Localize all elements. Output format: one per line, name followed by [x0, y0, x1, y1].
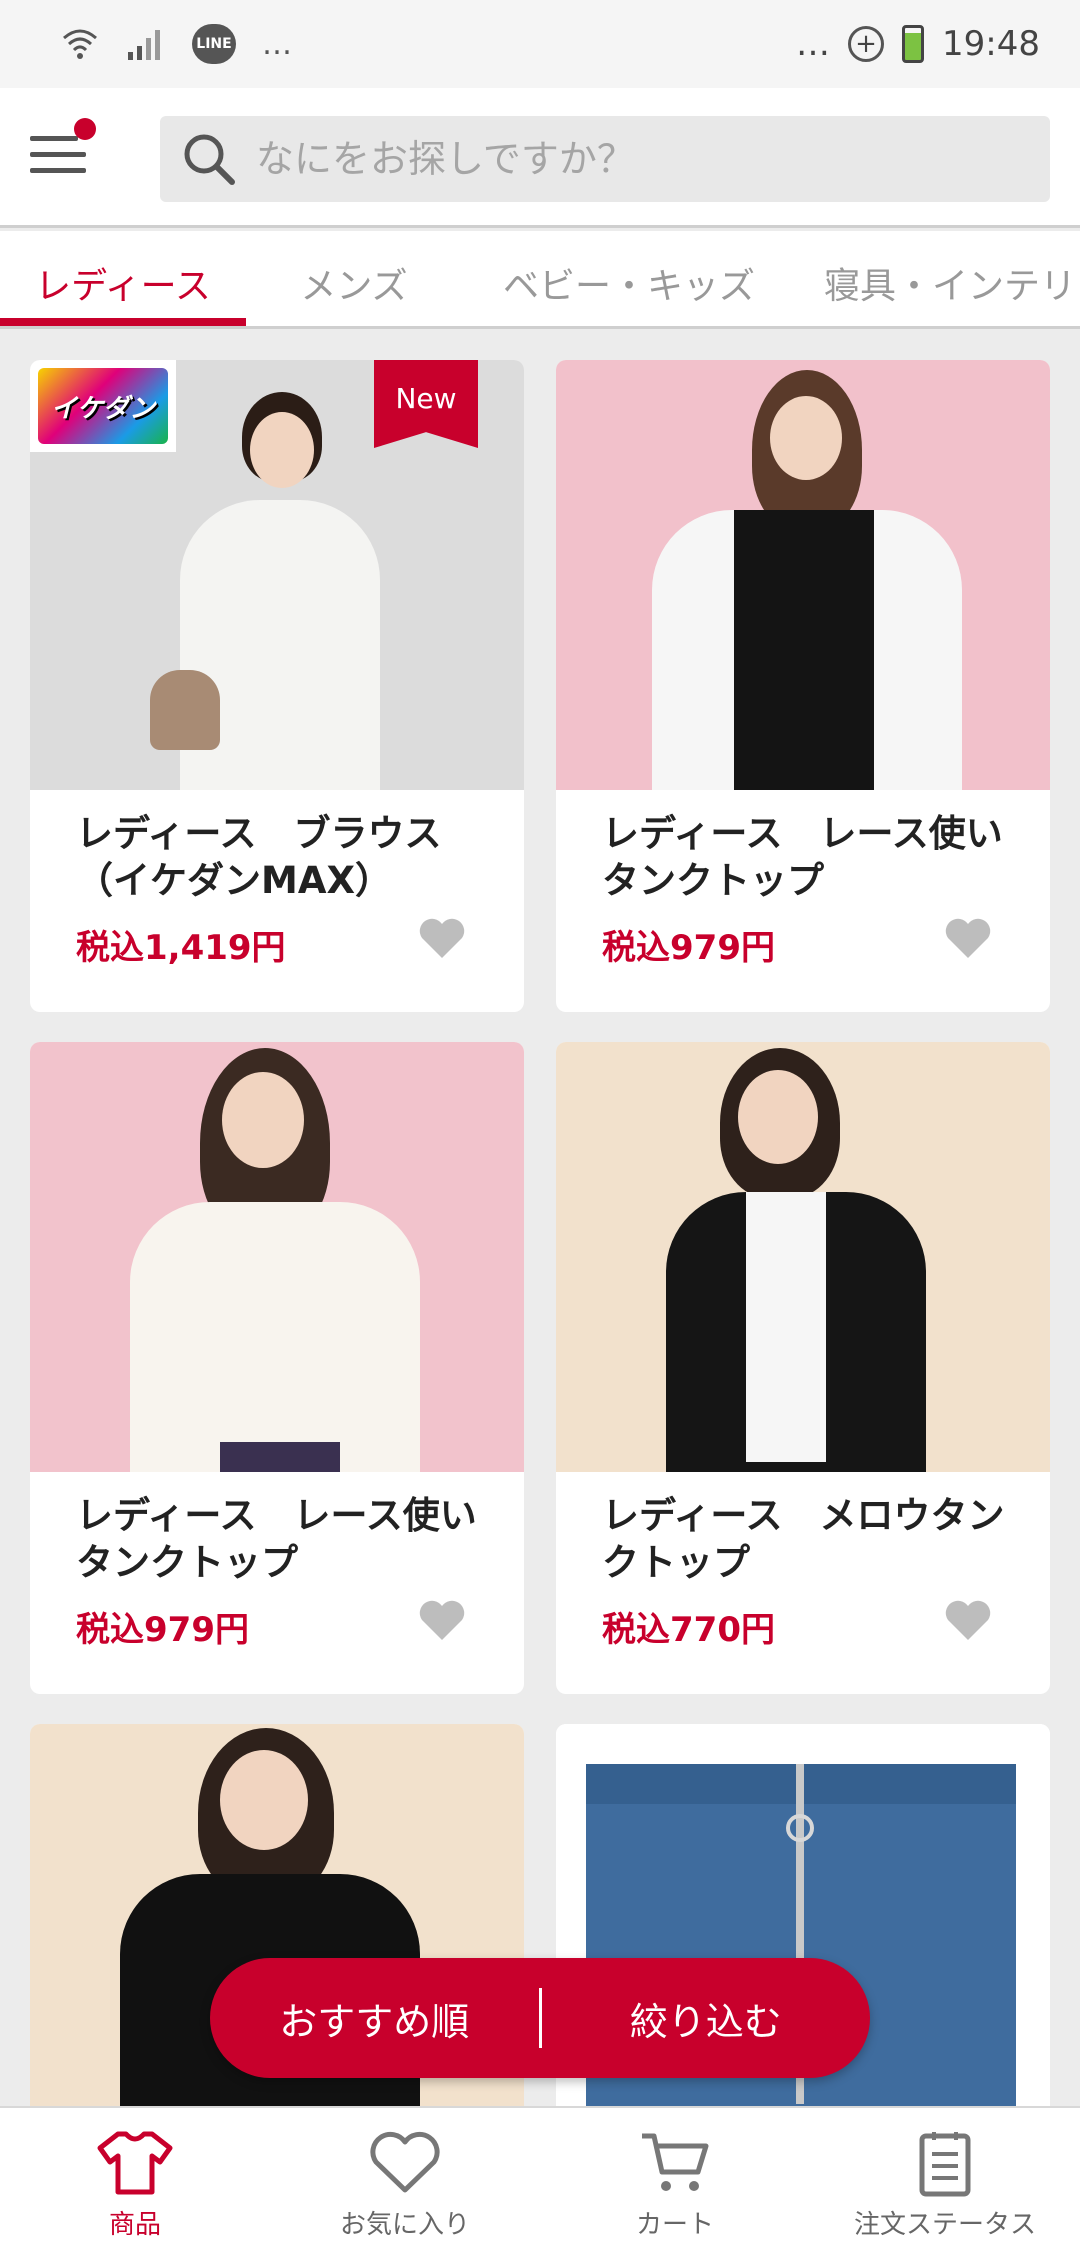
more-notifications-icon: … — [262, 26, 292, 62]
product-title: レディース レース使いタンクトップ — [602, 812, 1003, 902]
product-card[interactable]: イケダン New レディース ブラウス（イケダンMAX） 税込1,419円 — [30, 360, 524, 1012]
brand-logo-text: イケダン — [38, 368, 168, 444]
menu-icon-line — [30, 168, 86, 173]
product-title: レディース レース使いタンクトップ — [76, 1494, 477, 1584]
heart-icon — [370, 2131, 440, 2193]
tab-mens[interactable]: メンズ — [246, 231, 462, 326]
product-title: レディース メロウタンクトップ — [602, 1494, 1005, 1584]
wifi-icon — [60, 24, 100, 64]
category-tabs: レディース メンズ ベビー・キッズ 寝具・インテリ — [0, 231, 1080, 329]
app-header — [0, 88, 1080, 228]
more-status-icon: … — [796, 24, 831, 64]
search-icon — [184, 134, 235, 185]
product-price: 税込770円 — [602, 1610, 775, 1650]
tshirt-icon — [97, 2131, 173, 2195]
product-image — [556, 1042, 1050, 1472]
product-card[interactable]: レディース メロウタンクトップ 税込770円 — [556, 1042, 1050, 1694]
add-circle-icon: + — [848, 26, 885, 62]
nav-favorites[interactable]: お気に入り — [270, 2108, 540, 2246]
line-app-icon: LINE — [192, 24, 236, 64]
menu-button[interactable] — [30, 118, 96, 182]
battery-icon — [902, 25, 925, 63]
product-image — [30, 1042, 524, 1472]
nav-cart[interactable]: カート — [540, 2108, 810, 2246]
bottom-navigation: 商品 お気に入り カート 注文ステータス — [0, 2106, 1080, 2246]
menu-icon — [30, 136, 78, 141]
product-price: 税込979円 — [76, 1610, 249, 1650]
menu-icon-line — [30, 152, 86, 157]
sort-button[interactable]: おすすめ順 — [210, 1991, 539, 2046]
tab-baby-kids[interactable]: ベビー・キッズ — [462, 231, 796, 326]
notification-dot — [74, 118, 96, 140]
status-bar: LINE … … + 19:48 — [0, 0, 1080, 88]
sort-filter-bar: おすすめ順 絞り込む — [210, 1958, 870, 2078]
nav-products-label: 商品 — [108, 2210, 161, 2240]
product-price: 税込979円 — [602, 928, 775, 968]
order-list-icon — [919, 2132, 971, 2197]
favorite-heart-icon[interactable] — [416, 912, 468, 964]
search-input[interactable] — [256, 137, 1036, 181]
nav-cart-label: カート — [635, 2210, 714, 2240]
clock: 19:48 — [942, 24, 1040, 64]
tab-bedding-interior[interactable]: 寝具・インテリ — [796, 231, 1080, 326]
product-image — [556, 360, 1050, 790]
product-price: 税込1,419円 — [76, 928, 286, 968]
brand-logo: イケダン — [30, 360, 176, 452]
nav-favorites-label: お気に入り — [339, 2210, 470, 2240]
product-card[interactable]: レディース レース使いタンクトップ 税込979円 — [30, 1042, 524, 1694]
cart-icon — [642, 2133, 709, 2191]
signal-icon — [126, 26, 166, 62]
nav-order-status-label: 注文ステータス — [853, 2210, 1036, 2240]
favorite-heart-icon[interactable] — [942, 912, 994, 964]
filter-button[interactable]: 絞り込む — [542, 1991, 871, 2046]
favorite-heart-icon[interactable] — [942, 1594, 994, 1646]
nav-products[interactable]: 商品 — [0, 2108, 270, 2246]
nav-order-status[interactable]: 注文ステータス — [810, 2108, 1080, 2246]
favorite-heart-icon[interactable] — [416, 1594, 468, 1646]
product-card[interactable]: レディース レース使いタンクトップ 税込979円 — [556, 360, 1050, 1012]
product-title: レディース ブラウス（イケダンMAX） — [76, 812, 442, 902]
search-bar[interactable] — [160, 116, 1050, 202]
tab-ladies[interactable]: レディース — [0, 231, 246, 326]
